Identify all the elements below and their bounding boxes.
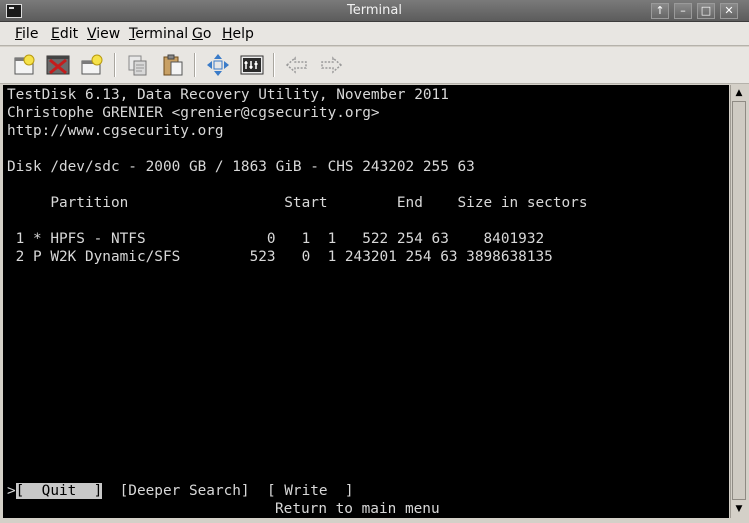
menu-file[interactable]: File	[15, 26, 38, 42]
toolbar-separator	[194, 53, 196, 77]
terminal-screen[interactable]: TestDisk 6.13, Data Recovery Utility, No…	[3, 85, 729, 518]
action-menu: >[ Quit ] [Deeper Search] [ Write ]	[7, 482, 354, 500]
menu-go[interactable]: Go	[192, 26, 211, 42]
menu-terminal-label: erminal	[135, 26, 189, 42]
title-bar: Terminal ↑ – □ ✕	[0, 0, 749, 22]
forward-icon[interactable]	[318, 52, 344, 78]
disk-info-line: Disk /dev/sdc - 2000 GB / 1863 GiB - CHS…	[7, 159, 475, 175]
maximize-button[interactable]: □	[697, 3, 715, 19]
write-option[interactable]: [ Write ]	[267, 483, 354, 499]
new-window-icon[interactable]	[12, 52, 38, 78]
partition-columns-header: Partition Start End Size in sectors	[7, 195, 588, 211]
menu-edit[interactable]: Edit	[51, 26, 78, 42]
close-window-icon[interactable]	[45, 52, 71, 78]
shade-button[interactable]: ↑	[651, 3, 669, 19]
partition-row[interactable]: 1 * HPFS - NTFS 0 1 1 522 254 63 8401932	[7, 230, 545, 248]
scroll-thumb[interactable]	[732, 101, 746, 500]
menu-view-label: iew	[96, 26, 121, 42]
menu-go-label: o	[202, 26, 212, 42]
menu-bar: File Edit View Terminal Go Help	[0, 22, 749, 46]
partition-row[interactable]: 2 P W2K Dynamic/SFS 523 0 1 243201 254 6…	[7, 248, 553, 266]
menu-edit-mnemonic: E	[51, 26, 60, 42]
menu-help-mnemonic: H	[222, 26, 233, 42]
toolbar-separator	[273, 53, 275, 77]
menu-cursor: >	[7, 483, 16, 499]
menu-go-mnemonic: G	[192, 26, 203, 42]
vertical-scrollbar[interactable]: ▲ ▼	[730, 85, 746, 518]
header-line-title: TestDisk 6.13, Data Recovery Utility, No…	[7, 87, 449, 103]
header-line-url: http://www.cgsecurity.org	[7, 123, 224, 139]
menu-file-mnemonic: F	[15, 26, 23, 42]
window-title: Terminal	[347, 3, 402, 18]
paste-icon[interactable]	[160, 52, 186, 78]
toolbar-separator	[114, 53, 116, 77]
menu-help-label: elp	[232, 26, 254, 42]
menu-help[interactable]: Help	[222, 26, 254, 42]
option-help-text: Return to main menu	[275, 501, 440, 517]
header-line-author: Christophe GRENIER <grenier@cgsecurity.o…	[7, 105, 380, 121]
deeper-search-option[interactable]: [Deeper Search]	[120, 483, 250, 499]
scroll-down-icon[interactable]: ▼	[732, 502, 746, 516]
back-icon[interactable]	[284, 52, 310, 78]
fullscreen-icon[interactable]	[205, 52, 231, 78]
copy-icon[interactable]	[125, 52, 151, 78]
close-button[interactable]: ✕	[720, 3, 738, 19]
menu-view-mnemonic: V	[87, 26, 97, 42]
settings-icon[interactable]	[239, 52, 265, 78]
scroll-up-icon[interactable]: ▲	[732, 86, 746, 100]
window-frame-bottom	[0, 518, 749, 523]
menu-file-label: ile	[22, 26, 39, 42]
minimize-button[interactable]: –	[674, 3, 692, 19]
new-tab-icon[interactable]	[79, 52, 105, 78]
menu-view[interactable]: View	[87, 26, 120, 42]
quit-option[interactable]: [ Quit ]	[15, 483, 103, 499]
toolbar	[0, 47, 749, 84]
menu-terminal[interactable]: Terminal	[129, 26, 188, 42]
menu-edit-label: dit	[59, 26, 79, 42]
